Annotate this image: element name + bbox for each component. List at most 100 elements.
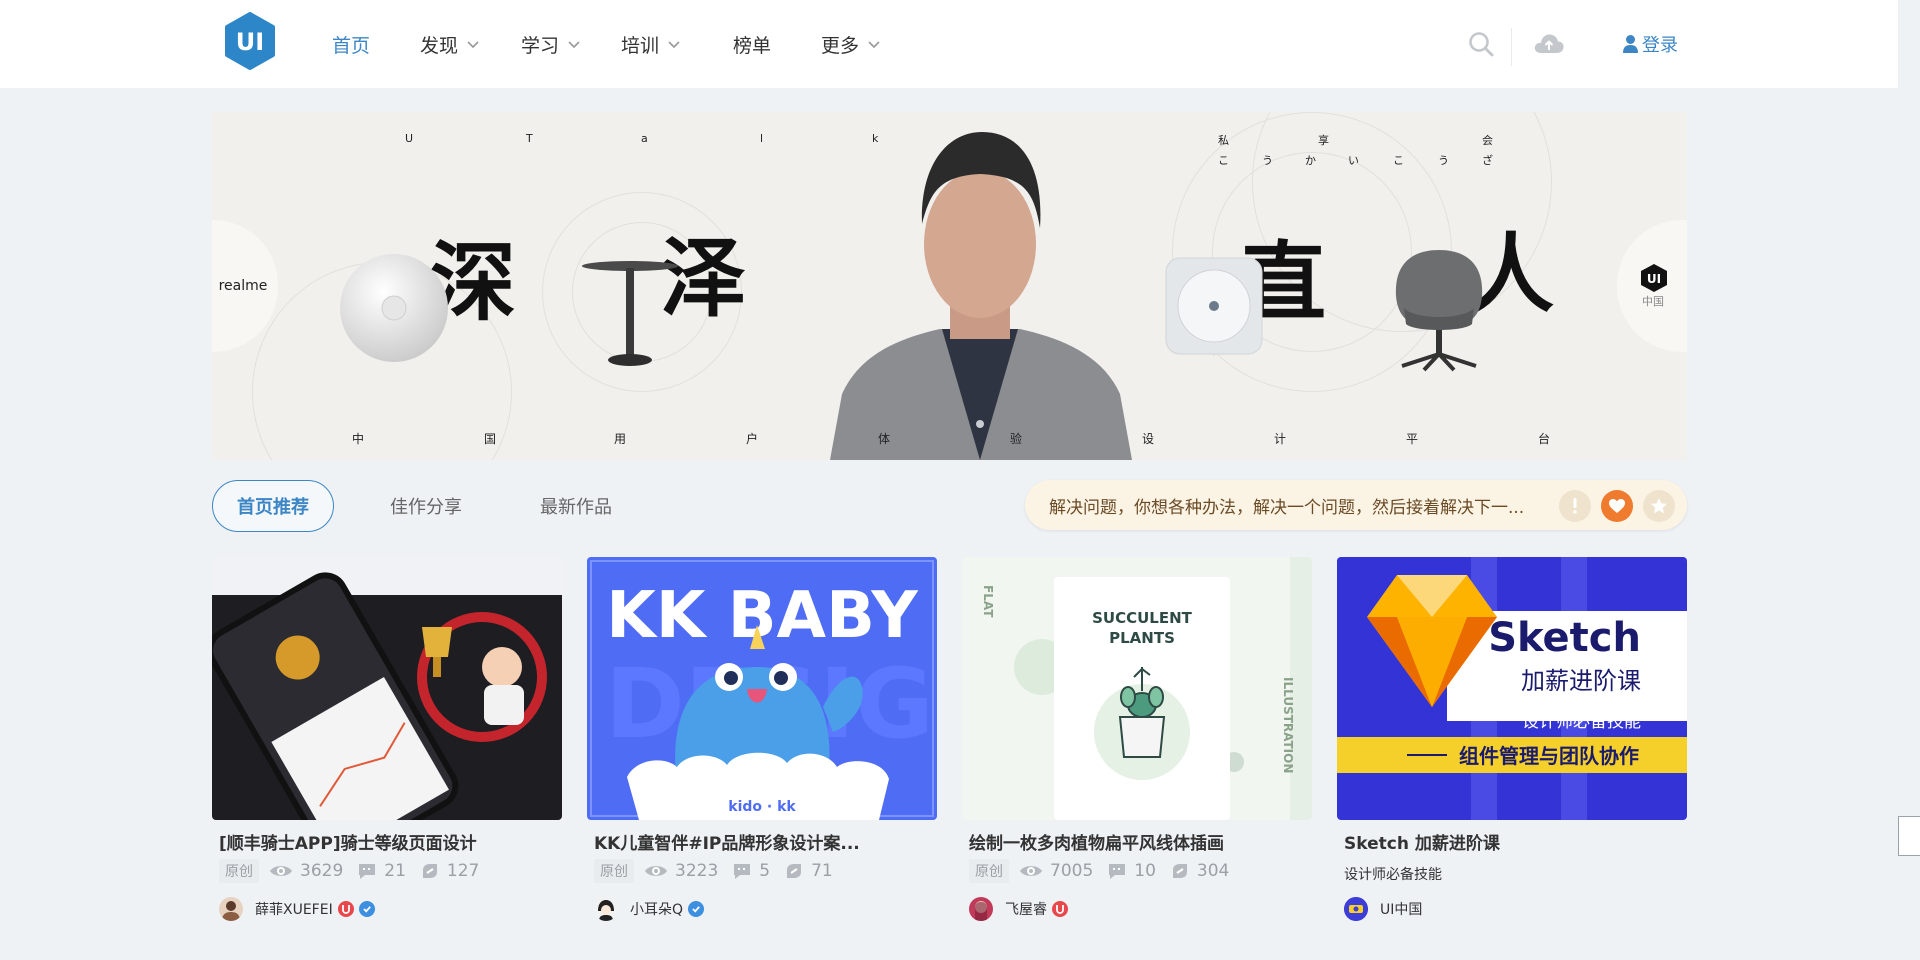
nav-learn-label: 学习 <box>521 34 560 57</box>
card-title[interactable]: 绘制一枚多肉植物扁平风线体插画 <box>969 829 1309 854</box>
hero-banner[interactable]: realme UI 中国 U T a l k 私 享 会 こ う か い こ う… <box>212 112 1687 460</box>
nav-home-label: 首页 <box>332 34 371 57</box>
footer-char: 户 <box>746 432 759 446</box>
main-nav: 首页 发现 学习 培训 榜单 更多 <box>332 0 881 88</box>
card-thumbnail[interactable]: FLAT ILLUSTRATION SUCCULENT PLANTS <box>962 557 1312 820</box>
succulent-illustration-image: FLAT ILLUSTRATION SUCCULENT PLANTS <box>981 557 1312 820</box>
tab-home-recommend[interactable]: 首页推荐 <box>212 480 334 532</box>
original-tag: 原创 <box>219 859 259 883</box>
comments-count: 10 <box>1134 861 1156 881</box>
card-author[interactable]: 薛菲XUEFEI <box>219 897 375 921</box>
likes-count: 304 <box>1196 861 1230 881</box>
nav-more-label: 更多 <box>821 34 860 57</box>
login-label: 登录 <box>1642 35 1678 56</box>
comment-icon <box>359 864 376 879</box>
speaker-product-image <box>340 254 448 362</box>
footer-char: 验 <box>1010 432 1023 446</box>
card-title[interactable]: Sketch 加薪进阶课 <box>1344 829 1684 854</box>
brand-ui-china: UI 中国 <box>1617 220 1687 352</box>
card-thumbnail[interactable]: DESIGN KK BABY kido · kk <box>587 557 937 820</box>
like-icon <box>787 864 802 878</box>
u-badge-icon <box>1052 901 1068 917</box>
views-stat: 3223 <box>644 861 718 881</box>
comments-stat: 21 <box>357 861 406 881</box>
avatar[interactable] <box>1344 897 1368 921</box>
work-card[interactable]: [顺丰骑士APP]骑士等级页面设计 原创 3629 21 127 薛菲XUEFE… <box>212 557 562 957</box>
kana-char: こ <box>1218 154 1229 167</box>
card-thumbnail[interactable] <box>212 557 562 820</box>
kana-char: い <box>1348 154 1359 167</box>
svg-text:Sketch: Sketch <box>1488 615 1641 661</box>
author-name[interactable]: 小耳朵Q <box>630 899 683 919</box>
avatar[interactable] <box>594 897 618 921</box>
like-icon <box>1172 864 1187 878</box>
kana-char: う <box>1262 154 1273 167</box>
footer-char: 国 <box>484 432 497 446</box>
likes-stat: 71 <box>784 861 833 881</box>
likes-count: 127 <box>446 861 480 881</box>
author-name[interactable]: UI中国 <box>1380 899 1422 919</box>
card-title[interactable]: [顺丰骑士APP]骑士等级页面设计 <box>219 829 559 854</box>
cloud-upload-icon[interactable] <box>1533 32 1565 54</box>
star-icon[interactable] <box>1643 490 1675 522</box>
login-button[interactable]: 登录 <box>1622 31 1678 57</box>
work-card[interactable]: FLAT ILLUSTRATION SUCCULENT PLANTS 绘制一枚多… <box>962 557 1312 957</box>
u-badge-icon <box>337 901 354 917</box>
kana-char: ざ <box>1482 154 1493 167</box>
svg-text:UI: UI <box>1647 272 1661 286</box>
work-card[interactable]: DESIGN KK BABY kido · kk KK儿童智伴#IP品牌形象设计… <box>587 557 937 957</box>
speaker-portrait-image <box>830 132 1132 460</box>
scrollbar-thumb[interactable] <box>1898 816 1920 856</box>
views-stat: 3629 <box>269 861 343 881</box>
nav-learn[interactable]: 学习 <box>521 31 621 58</box>
svg-text:kido · kk: kido · kk <box>728 799 796 815</box>
svg-text:PLANTS: PLANTS <box>1109 629 1175 647</box>
likes-count: 71 <box>811 861 833 881</box>
utalk-letter: U <box>405 132 414 145</box>
author-name[interactable]: 薛菲XUEFEI <box>255 899 333 919</box>
nav-discover[interactable]: 发现 <box>420 31 521 58</box>
quote-text: 解决问题，你想各种办法，解决一个问题，然后接着解决下一... <box>1049 497 1525 518</box>
likes-stat: 304 <box>1170 861 1229 881</box>
footer-char: 用 <box>614 432 627 446</box>
site-logo[interactable]: UI <box>224 12 276 70</box>
heart-icon[interactable] <box>1601 490 1633 522</box>
comments-stat: 10 <box>1107 861 1156 881</box>
svg-text:设计师必备技能: 设计师必备技能 <box>1522 712 1641 732</box>
nav-rankings[interactable]: 榜单 <box>733 31 821 58</box>
nav-more[interactable]: 更多 <box>821 31 881 58</box>
svg-text:组件管理与团队协作: 组件管理与团队协作 <box>1459 744 1639 768</box>
views-stat: 7005 <box>1019 861 1093 881</box>
svg-text:ILLUSTRATION: ILLUSTRATION <box>1281 677 1295 773</box>
search-icon[interactable] <box>1468 31 1494 57</box>
nav-training[interactable]: 培训 <box>621 31 733 58</box>
work-card[interactable]: Sketch 加薪进阶课 设计师必备技能 组件管理与团队协作 Sketch 加薪… <box>1337 557 1687 957</box>
card-author[interactable]: 小耳朵Q <box>594 897 705 921</box>
chevron-down-icon <box>467 41 479 49</box>
alert-icon[interactable] <box>1559 490 1591 522</box>
card-author[interactable]: UI中国 <box>1344 897 1422 921</box>
chevron-down-icon <box>868 41 880 49</box>
original-tag: 原创 <box>969 859 1009 883</box>
ui-china-logo-icon: UI <box>1641 264 1667 292</box>
avatar[interactable] <box>969 897 993 921</box>
comments-count: 5 <box>759 861 771 881</box>
avatar[interactable] <box>219 897 243 921</box>
sketch-course-image: Sketch 加薪进阶课 设计师必备技能 组件管理与团队协作 <box>1337 557 1687 820</box>
kk-baby-image: DESIGN KK BABY kido · kk <box>590 560 937 820</box>
card-meta: 原创 3629 21 127 <box>219 859 493 883</box>
card-author[interactable]: 飞屋睿 <box>969 897 1068 921</box>
card-meta: 原创 3223 5 71 <box>594 859 847 883</box>
tab-featured-share[interactable]: 佳作分享 <box>370 480 482 532</box>
realme-text: realme <box>218 278 268 294</box>
tab-latest-works[interactable]: 最新作品 <box>520 480 632 532</box>
nav-home[interactable]: 首页 <box>332 31 420 58</box>
card-thumbnail[interactable]: Sketch 加薪进阶课 设计师必备技能 组件管理与团队协作 <box>1337 557 1687 820</box>
card-title[interactable]: KK儿童智伴#IP品牌形象设计案... <box>594 829 934 854</box>
cd-player-product-image <box>1165 257 1263 356</box>
card-subtitle: 设计师必备技能 <box>1344 867 1442 883</box>
like-icon <box>422 864 437 878</box>
author-name[interactable]: 飞屋睿 <box>1005 899 1047 919</box>
club-char: 享 <box>1318 134 1329 147</box>
comment-icon <box>734 864 751 879</box>
